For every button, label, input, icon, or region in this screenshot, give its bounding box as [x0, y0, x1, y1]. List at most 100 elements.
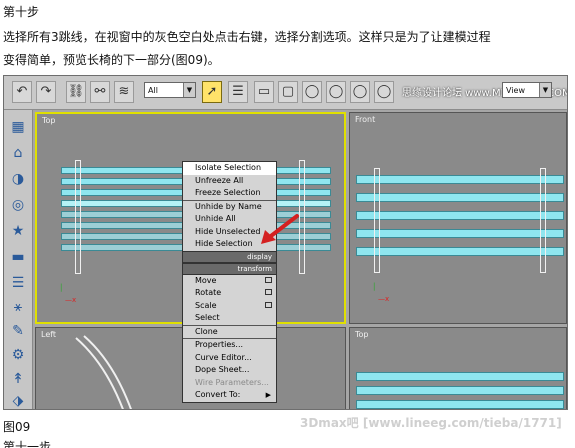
bench-slat[interactable] [356, 175, 564, 184]
menu-item-label: Dope Sheet... [195, 365, 250, 374]
scale-icon[interactable]: ◯ [350, 81, 370, 103]
menu-item-label: Hide Unselected [195, 226, 261, 236]
bench-slat[interactable] [356, 193, 564, 202]
menu-item-label: Clone [195, 326, 218, 336]
menu-item-isolate-selection[interactable]: Isolate Selection [183, 162, 276, 175]
shapes-icon[interactable]: ⚹ [7, 296, 29, 318]
bench-leg[interactable] [540, 168, 546, 273]
reference-coordinate-dropdown[interactable]: View ▼ [502, 82, 552, 98]
viewport-label: Top [355, 330, 369, 339]
max-screenshot: ↶ ↷ ⛓ ⚯ ≋ All ▼ ➚ ☰ ▭ ▢ ◯ ◯ ◯ ◯ 思缘设计论坛 w… [3, 75, 568, 410]
select-object-icon[interactable]: ➚ [202, 81, 222, 103]
axis-gizmo: │ [59, 284, 64, 292]
bench-side-profile[interactable] [66, 334, 136, 410]
bench-slat[interactable] [356, 386, 564, 395]
red-pointer-arrow-icon [261, 214, 299, 244]
viewport-label: Left [41, 330, 57, 339]
menu-item-label: Unhide by Name [195, 201, 262, 211]
motion-icon[interactable]: ◎ [7, 194, 29, 216]
helpers-icon[interactable]: ↟ [7, 368, 29, 390]
viewport-top-2[interactable]: Top [349, 327, 567, 409]
transform-section-header: transform [183, 262, 276, 275]
description-line-1: 选择所有3跳线，在视窗中的灰色空白处点击右键，选择分割选项。这样只是为了让建模过… [3, 30, 491, 44]
settings-box-icon[interactable] [265, 301, 272, 308]
menu-item-freeze-selection[interactable]: Freeze Selection [183, 187, 276, 200]
menu-item-label: Select [195, 313, 220, 322]
axis-x-icon: —x [378, 295, 390, 303]
menu-item-wire-parameters: Wire Parameters... [183, 377, 276, 390]
hierarchy-icon[interactable]: ◑ [7, 168, 29, 190]
menu-item-select[interactable]: Select [183, 312, 276, 325]
menu-item-label: Properties... [195, 340, 244, 349]
submenu-arrow-icon: ▶ [265, 391, 271, 399]
bench-slat[interactable] [356, 400, 564, 409]
reference-coordinate-value: View [506, 86, 525, 95]
unlink-icon[interactable]: ⚯ [90, 81, 110, 103]
modify-icon[interactable]: ⌂ [7, 142, 29, 164]
step-title: 第十步 [3, 5, 40, 19]
bind-space-warp-icon[interactable]: ≋ [114, 81, 134, 103]
quad-context-menu: Isolate Selection Unfreeze All Freeze Sele… [182, 161, 277, 403]
menu-item-rotate[interactable]: Rotate [183, 287, 276, 300]
viewport-front[interactable]: Front │ —x [349, 112, 567, 324]
menu-item-convert-to[interactable]: Convert To: ▶ [183, 389, 276, 402]
bench-slat[interactable] [356, 229, 564, 238]
menu-item-label: Wire Parameters... [195, 377, 269, 387]
menu-item-unhide-by-name[interactable]: Unhide by Name [183, 201, 276, 214]
command-panel-strip: ▦ ⌂ ◑ ◎ ★ ▬ ☰ ⚹ ✎ ⚙ ↟ ⬗ [4, 110, 33, 409]
bench-leg[interactable] [374, 168, 380, 273]
menu-item-clone[interactable]: Clone [183, 326, 276, 339]
menu-item-label: Unhide All [195, 214, 236, 223]
menu-item-move[interactable]: Move [183, 275, 276, 288]
cameras-icon[interactable]: ⚙ [7, 344, 29, 366]
menu-item-unfreeze-all[interactable]: Unfreeze All [183, 175, 276, 188]
rectangular-selection-icon[interactable]: ▭ [254, 81, 274, 103]
chevron-down-icon: ▼ [183, 83, 195, 97]
menu-item-label: Freeze Selection [195, 188, 261, 197]
menu-item-label: Hide Selection [195, 239, 253, 248]
axis-x-icon: —x [65, 296, 77, 304]
move-icon[interactable]: ◯ [302, 81, 322, 103]
bench-slat[interactable] [356, 372, 564, 381]
select-manipulate-icon[interactable]: ◯ [374, 81, 394, 103]
link-icon[interactable]: ⛓ [66, 81, 86, 103]
axis-gizmo: │ [372, 283, 377, 291]
redo-icon[interactable]: ↷ [36, 81, 56, 103]
main-toolbar: ↶ ↷ ⛓ ⚯ ≋ All ▼ ➚ ☰ ▭ ▢ ◯ ◯ ◯ ◯ 思缘设计论坛 w… [4, 76, 567, 110]
menu-item-scale[interactable]: Scale [183, 300, 276, 313]
bench-slat[interactable] [356, 211, 564, 220]
figure-caption: 图09 [3, 420, 31, 434]
menu-item-dope-sheet[interactable]: Dope Sheet... [183, 364, 276, 377]
menu-item-label: Rotate [195, 288, 222, 297]
menu-item-curve-editor[interactable]: Curve Editor... [183, 352, 276, 365]
undo-icon[interactable]: ↶ [12, 81, 32, 103]
lights-icon[interactable]: ✎ [7, 320, 29, 342]
window-crossing-icon[interactable]: ▢ [278, 81, 298, 103]
menu-item-label: Convert To: [195, 390, 241, 399]
selection-filter-dropdown[interactable]: All ▼ [144, 82, 196, 98]
rotate-icon[interactable]: ◯ [326, 81, 346, 103]
menu-item-properties[interactable]: Properties... [183, 339, 276, 352]
viewport-label: Front [355, 115, 376, 124]
settings-box-icon[interactable] [265, 276, 272, 283]
geometry-icon[interactable]: ☰ [7, 272, 29, 294]
viewport-label: Top [42, 116, 56, 125]
display-section-header: display [183, 250, 276, 263]
display-icon[interactable]: ★ [7, 220, 29, 242]
selection-filter-value: All [148, 86, 158, 95]
watermark-bottom: 3Dmax吧 [www.lineeg.com/tieba/1771] [300, 416, 562, 430]
bench-leg[interactable] [75, 160, 81, 274]
menu-item-label: Curve Editor... [195, 352, 252, 362]
utilities-icon[interactable]: ▬ [7, 246, 29, 268]
systems-icon[interactable]: ⬗ [7, 390, 29, 409]
description-line-2: 变得简单，预览长椅的下一部分(图09)。 [3, 53, 220, 67]
create-icon[interactable]: ▦ [7, 116, 29, 138]
chevron-down-icon: ▼ [539, 83, 551, 97]
menu-item-label: Move [195, 275, 217, 285]
settings-box-icon[interactable] [265, 289, 272, 295]
menu-item-label: Isolate Selection [195, 163, 262, 172]
menu-item-label: Scale [195, 300, 217, 310]
select-by-name-icon[interactable]: ☰ [228, 81, 248, 103]
next-step-title: 第十一步 [3, 440, 52, 448]
bench-slat[interactable] [356, 247, 564, 256]
